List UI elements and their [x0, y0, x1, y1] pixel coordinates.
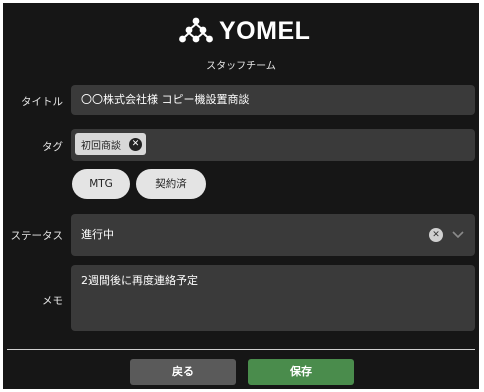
status-value: 進行中 — [81, 228, 114, 241]
memo-label: メモ — [42, 295, 63, 307]
tag-chip: 初回商談 ✕ — [75, 133, 146, 155]
chevron-down-icon[interactable] — [451, 227, 465, 241]
tag-label: タグ — [42, 141, 63, 153]
memo-textarea[interactable]: 2週間後に再度連絡予定 — [71, 265, 475, 331]
status-select[interactable]: 進行中 ✕ — [71, 214, 475, 256]
back-button[interactable]: 戻る — [130, 359, 236, 385]
brand-name: YOMEL — [219, 16, 311, 45]
title-input[interactable]: 〇〇株式会社様 コピー機設置商談 — [71, 85, 475, 115]
brand-logo: YOMEL — [179, 15, 310, 47]
tag-option-mtg[interactable]: MTG — [72, 169, 130, 199]
people-group-icon — [179, 17, 213, 43]
staff-team-dialog: YOMEL スタッフチーム タイトル 〇〇株式会社様 コピー機設置商談 タグ 初… — [3, 3, 479, 389]
close-circle-icon[interactable]: ✕ — [429, 228, 443, 242]
title-label: タイトル — [21, 96, 63, 108]
tag-option-contracted[interactable]: 契約済 — [136, 169, 206, 199]
tag-input[interactable]: 初回商談 ✕ — [71, 129, 475, 161]
tag-chip-label: 初回商談 — [81, 140, 121, 152]
footer-divider — [7, 349, 475, 350]
team-subtitle: スタッフチーム — [206, 61, 276, 72]
close-circle-icon[interactable]: ✕ — [129, 137, 142, 151]
save-button[interactable]: 保存 — [248, 359, 354, 385]
status-label: ステータス — [10, 230, 64, 242]
